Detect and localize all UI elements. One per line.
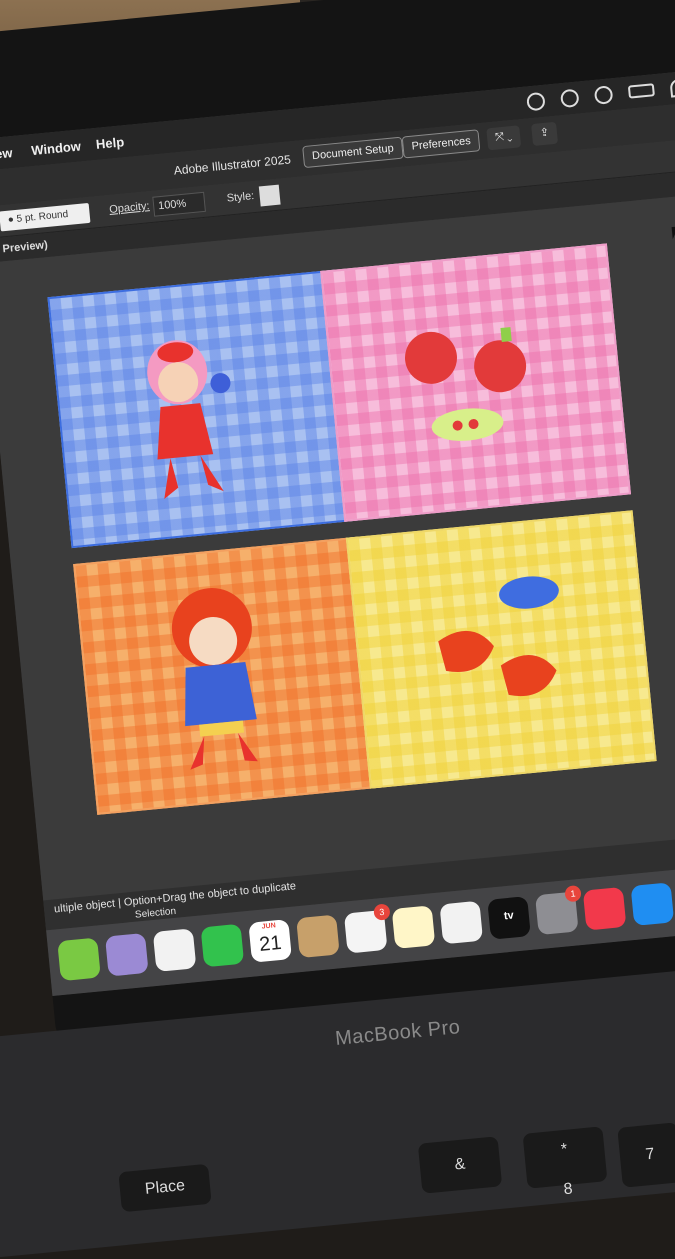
artboard-canvas[interactable] [0,190,675,901]
shrimp-illustration [438,576,559,696]
play-icon[interactable] [593,85,614,105]
artboard-orange-girl[interactable] [73,536,384,815]
stroke-profile-select[interactable]: ● 5 pt. Round [0,202,91,232]
photos-icon[interactable] [152,928,197,972]
style-swatch[interactable] [258,184,281,207]
apple-tv-label: tv [503,909,515,923]
girl-illustration [147,340,231,500]
contacts-icon[interactable] [296,914,340,959]
calendar-month: JUN [261,922,277,931]
eight-key-symbol: 8 [562,1180,574,1199]
arrange-icon[interactable]: ⤧ ⌄ [486,125,522,151]
artboard-pink-apples[interactable] [320,243,631,522]
app-store-icon[interactable] [630,882,675,926]
notes-icon[interactable] [391,905,436,949]
menu-view[interactable]: iew [0,145,13,162]
creative-cloud-icon[interactable] [559,88,580,109]
freeform-icon[interactable] [439,900,484,945]
ampersand-key[interactable]: & [417,1136,503,1194]
calendar-day: 21 [258,931,283,956]
apples-illustration [404,327,527,441]
laptop-screen: iew Window Help Adobe Illustrator 2025 D… [0,67,675,997]
calendar-icon[interactable]: JUN 21 [248,919,292,963]
accessibility-icon[interactable] [526,91,546,112]
menu-help[interactable]: Help [95,134,124,152]
reminders-icon[interactable]: 3 [343,903,391,954]
opacity-input[interactable]: 100% [152,191,206,217]
reminders-badge: 3 [373,903,391,921]
system-settings-icon[interactable]: 1 [534,884,582,936]
seven-key[interactable]: 7 [617,1122,675,1188]
style-label: Style: [226,190,255,205]
opacity-label[interactable]: Opacity: [109,200,150,216]
settings-badge: 1 [564,884,582,903]
artboard-blue-girl[interactable] [47,269,359,549]
maps-icon[interactable] [57,937,101,982]
eight-key[interactable]: * 8 [522,1126,608,1198]
preferences-button[interactable]: Preferences [401,129,481,159]
star-key-symbol: * [560,1140,569,1159]
stroke-profile-value: 5 pt. Round [16,208,69,225]
artboard-yellow-shrimp[interactable] [345,510,657,789]
wifi-icon[interactable] [669,77,675,98]
launchpad-icon[interactable] [104,932,149,977]
curly-girl-illustration [171,588,258,770]
facetime-icon[interactable] [200,923,245,968]
document-setup-button[interactable]: Document Setup [302,136,404,169]
app-title: Adobe Illustrator 2025 [173,152,292,178]
apple-tv-icon[interactable]: tv [487,896,531,940]
music-icon[interactable] [582,886,627,931]
mouse-pointer-icon [671,225,675,240]
document-tab[interactable]: Preview) [2,239,48,255]
menu-window[interactable]: Window [31,138,82,158]
share-icon[interactable]: ⇪ [531,121,559,147]
battery-icon[interactable] [627,83,655,99]
